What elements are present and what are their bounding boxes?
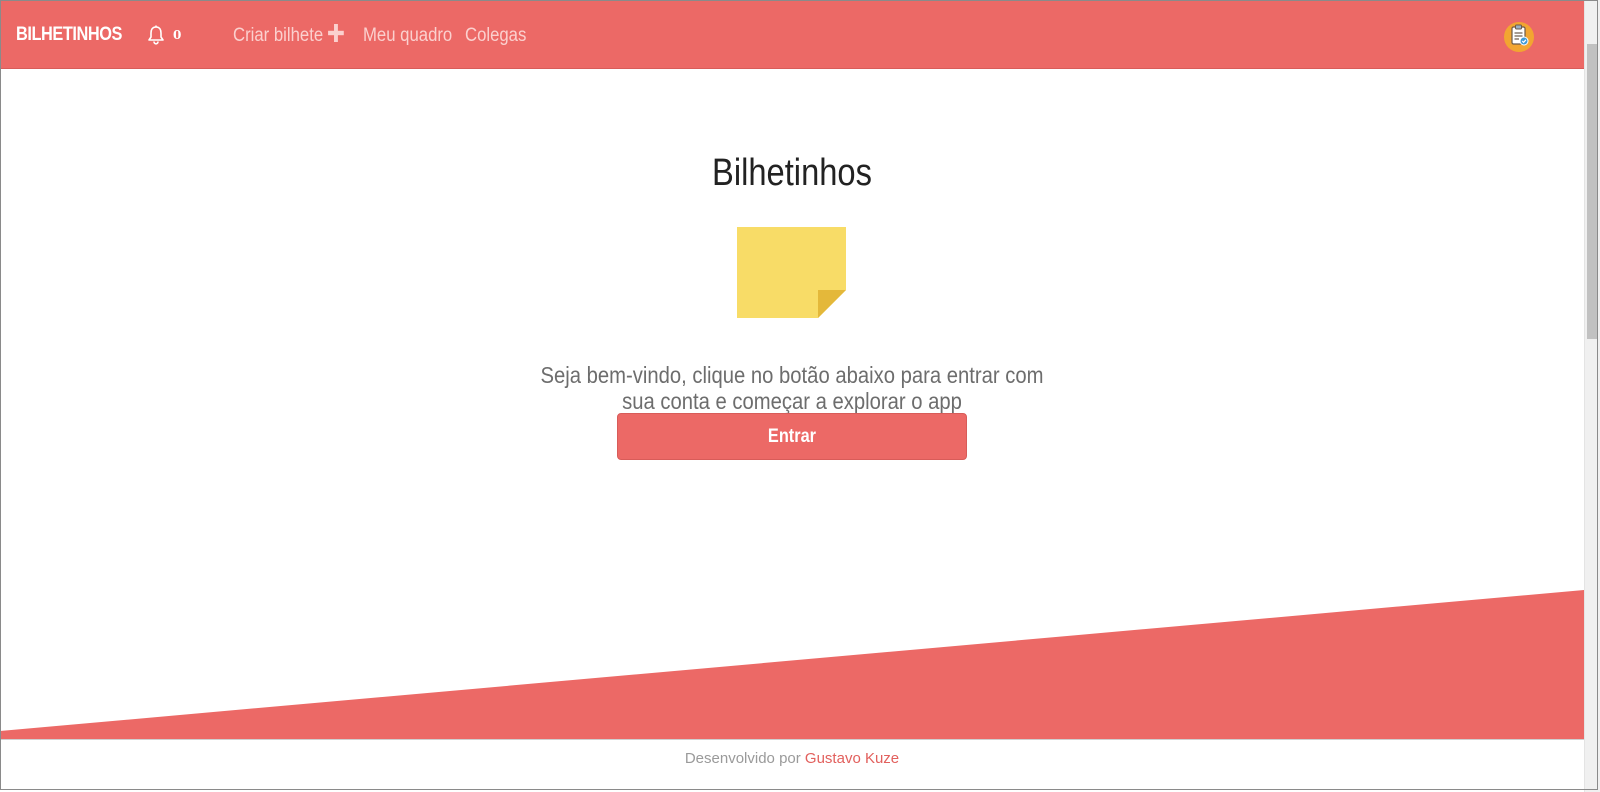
plus-icon [328,24,345,48]
footer-author-link[interactable]: Gustavo Kuze [805,750,899,767]
bell-icon [147,25,165,45]
nav-my-board[interactable]: Meu quadro [363,25,452,47]
notifications-button[interactable]: 0 [147,25,181,45]
welcome-text: Seja bem-vindo, clique no botão abaixo p… [540,362,1044,414]
footer: Desenvolvido por Gustavo Kuze [0,739,1584,790]
page-title: Bilhetinhos [712,152,872,194]
footer-credit-prefix: Desenvolvido por [684,750,805,767]
decorative-wedge [0,590,1584,745]
navbar: BILHETINHOS 0 Criar bilhete Meu quadro C… [0,0,1584,69]
login-button-label: Entrar [767,425,817,447]
nav-links: Criar bilhete Meu quadro Colegas [233,24,535,48]
vertical-scrollbar[interactable] [1584,0,1600,792]
login-button[interactable]: Entrar [617,413,967,460]
scrollbar-thumb[interactable] [1587,44,1598,339]
profile-avatar[interactable] [1504,22,1534,52]
nav-create-note[interactable]: Criar bilhete [233,24,345,48]
sticky-note-icon [737,227,847,324]
brand-link[interactable]: BILHETINHOS [16,24,122,46]
clipboard-avatar-icon [1509,24,1529,51]
notification-count: 0 [173,28,182,42]
nav-create-note-label: Criar bilhete [233,25,324,46]
nav-colleagues[interactable]: Colegas [465,25,526,47]
